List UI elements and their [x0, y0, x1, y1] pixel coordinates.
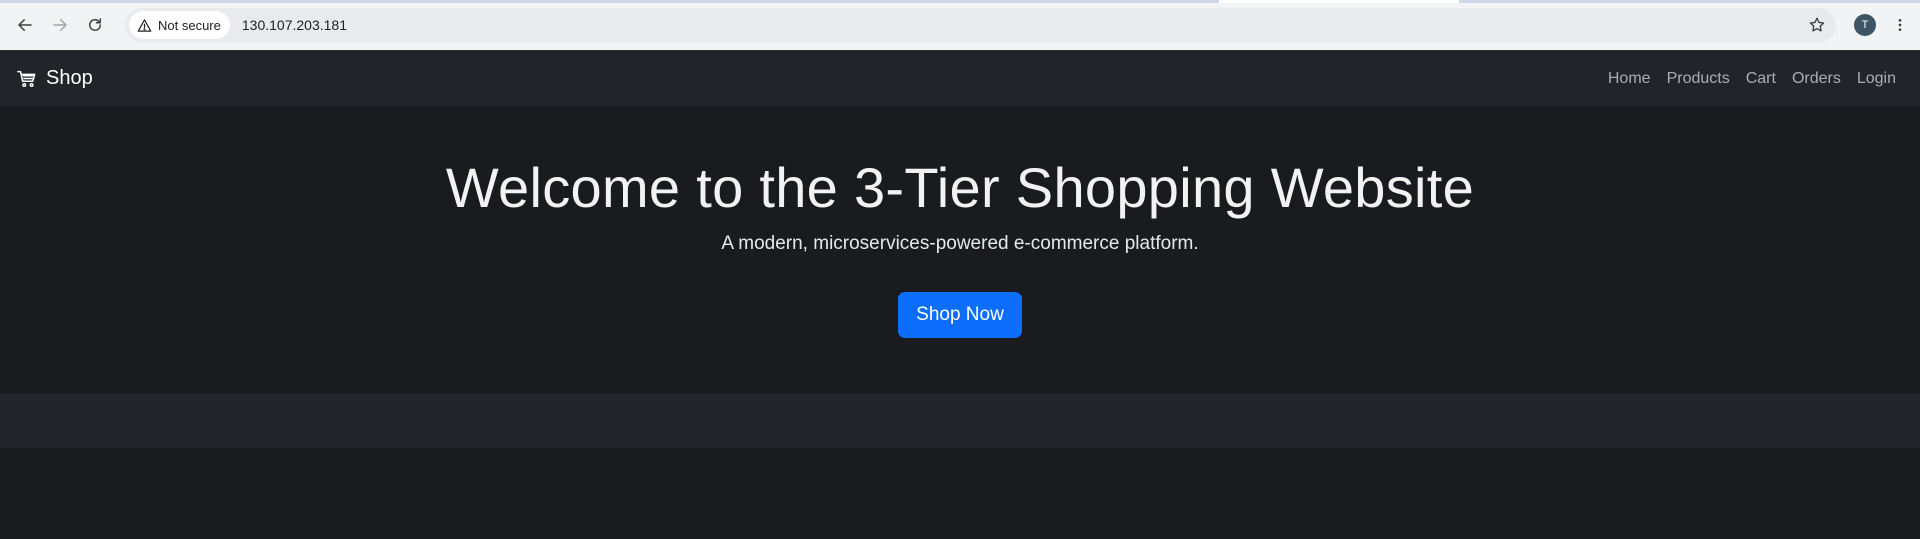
kebab-menu-icon [1898, 19, 1902, 31]
bookmark-button[interactable] [1802, 10, 1832, 40]
browser-toolbar: Not secure 130.107.203.181 T [0, 0, 1920, 50]
page-background [0, 448, 1920, 539]
browser-menu-button[interactable] [1888, 10, 1912, 40]
arrow-right-icon [53, 19, 67, 31]
nav-link-login[interactable]: Login [1849, 70, 1904, 88]
nav-link-home[interactable]: Home [1600, 70, 1659, 88]
tab-strip [0, 0, 1920, 3]
url-text[interactable]: 130.107.203.181 [242, 17, 347, 33]
arrow-left-icon [18, 19, 32, 31]
warning-icon [137, 18, 152, 32]
nav-link-products[interactable]: Products [1659, 70, 1738, 88]
hero-subtitle: A modern, microservices-powered e-commer… [721, 233, 1199, 255]
security-chip[interactable]: Not secure [129, 11, 230, 39]
brand-label: Shop [46, 67, 93, 89]
brand-link[interactable]: Shop [16, 67, 93, 90]
address-bar[interactable]: Not secure 130.107.203.181 [125, 8, 1836, 42]
nav-links: Home Products Cart Orders Login [1600, 70, 1904, 88]
site-navbar: Shop Home Products Cart Orders Login [0, 50, 1920, 106]
nav-link-orders[interactable]: Orders [1784, 70, 1849, 88]
forward-button[interactable] [43, 8, 77, 42]
hero-section: Welcome to the 3-Tier Shopping Website A… [0, 106, 1920, 393]
reload-icon [89, 18, 101, 31]
hero-title: Welcome to the 3-Tier Shopping Website [445, 156, 1475, 219]
reload-button[interactable] [78, 8, 112, 42]
profile-avatar[interactable]: T [1854, 14, 1876, 36]
back-button[interactable] [8, 8, 42, 42]
shopping-cart-icon [17, 70, 36, 87]
shop-now-button[interactable]: Shop Now [898, 292, 1022, 339]
nav-link-cart[interactable]: Cart [1738, 70, 1784, 88]
content-band [0, 393, 1920, 448]
security-label: Not secure [158, 17, 221, 33]
star-icon [1809, 17, 1825, 32]
